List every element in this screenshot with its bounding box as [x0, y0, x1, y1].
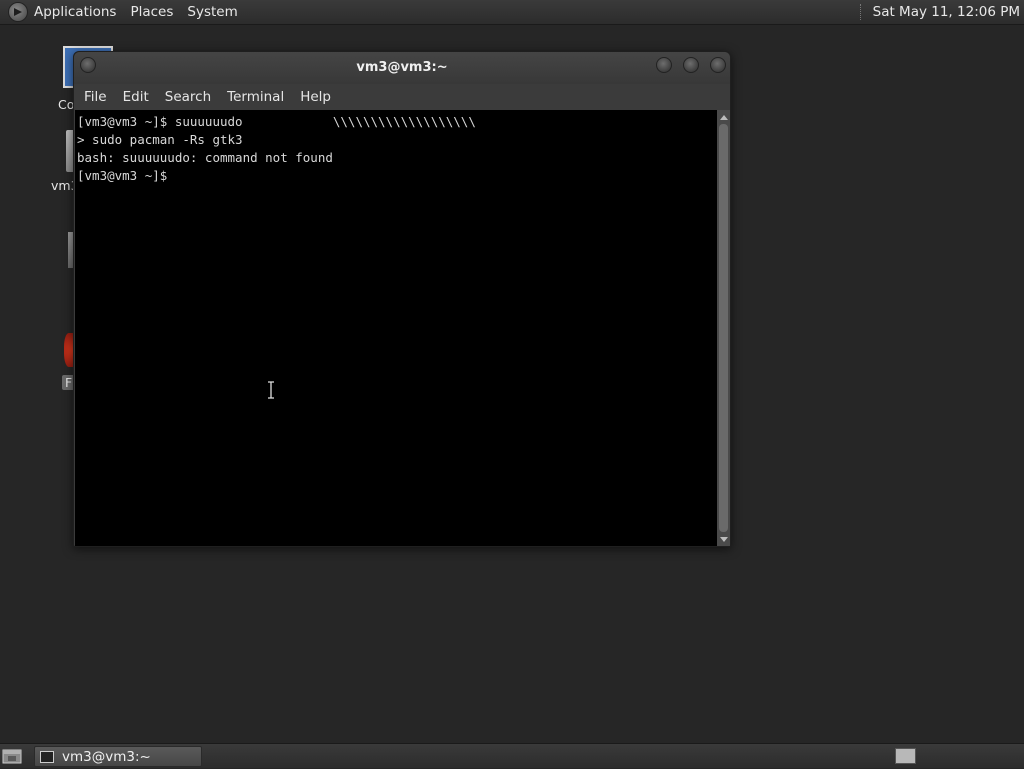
scroll-thumb[interactable] [719, 124, 728, 532]
desktop-icon-label-computer: Co [58, 97, 75, 112]
panel-divider [859, 4, 863, 20]
menu-file[interactable]: File [84, 89, 107, 105]
terminal-scrollbar[interactable] [717, 110, 730, 546]
bottom-panel: vm3@vm3:~ [0, 743, 1024, 768]
scroll-up-arrow-icon[interactable] [717, 110, 730, 123]
top-panel: Applications Places System Sat May 11, 1… [0, 0, 1024, 25]
menu-edit[interactable]: Edit [123, 89, 149, 105]
terminal-line: [vm3@vm3 ~]$ suuuuuudo \\\\\\\\\\\\\\\\\… [77, 114, 476, 129]
terminal-window[interactable]: vm3@vm3:~ File Edit Search Terminal Help… [73, 51, 731, 547]
scroll-down-arrow-icon[interactable] [717, 533, 730, 546]
terminal-line: bash: suuuuuudo: command not found [77, 150, 333, 165]
close-icon[interactable] [710, 57, 726, 73]
applications-menu[interactable]: Applications [34, 4, 116, 20]
distro-logo-icon[interactable] [8, 2, 28, 22]
text-cursor-icon [268, 381, 274, 399]
terminal-icon [40, 750, 54, 763]
terminal-line: > sudo pacman -Rs gtk3 [77, 132, 243, 147]
clock-area: Sat May 11, 12:06 PM [859, 4, 1020, 20]
terminal-output[interactable]: [vm3@vm3 ~]$ suuuuuudo \\\\\\\\\\\\\\\\\… [75, 110, 717, 546]
menu-terminal[interactable]: Help [300, 89, 331, 105]
minimize-icon[interactable] [656, 57, 672, 73]
window-titlebar[interactable]: vm3@vm3:~ [74, 52, 730, 84]
show-desktop-icon[interactable] [2, 747, 22, 765]
taskbar-terminal-button[interactable]: vm3@vm3:~ [34, 746, 202, 767]
window-title: vm3@vm3:~ [356, 60, 448, 75]
places-menu[interactable]: Places [130, 4, 173, 20]
clock[interactable]: Sat May 11, 12:06 PM [873, 4, 1020, 20]
terminal-line: [vm3@vm3 ~]$ [77, 168, 168, 183]
menu-search[interactable]: Terminal [227, 89, 284, 105]
taskbar-terminal-label: vm3@vm3:~ [62, 748, 151, 765]
terminal-menubar: File Edit Search Terminal Help [74, 84, 730, 110]
maximize-icon[interactable] [683, 57, 699, 73]
workspace-switcher-icon[interactable] [895, 748, 916, 764]
menu-view[interactable]: Search [165, 89, 211, 105]
system-menu[interactable]: System [187, 4, 237, 20]
